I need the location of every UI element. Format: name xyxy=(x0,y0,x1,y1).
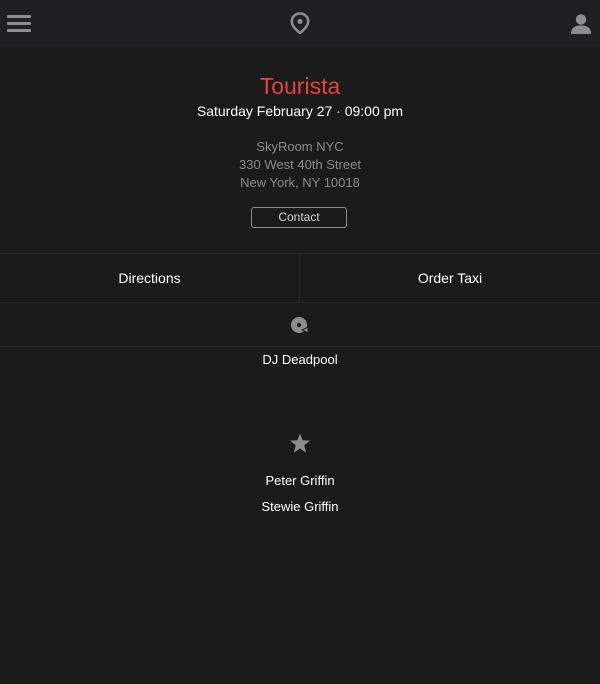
contact-button[interactable]: Contact xyxy=(251,207,347,228)
venue-name: SkyRoom NYC xyxy=(256,139,344,154)
event-title: Tourista xyxy=(259,73,341,99)
directions-button[interactable]: Directions xyxy=(0,254,300,302)
dj-name: DJ Deadpool xyxy=(262,352,338,367)
venue-address: SkyRoom NYC 330 West 40th Street New Yor… xyxy=(0,138,600,192)
vinyl-record-icon xyxy=(291,317,309,334)
actions-row: Directions Order Taxi xyxy=(0,253,600,303)
venue-city: New York, NY 10018 xyxy=(240,175,360,190)
venue-street: 330 West 40th Street xyxy=(239,157,361,172)
guest-name: Stewie Griffin xyxy=(261,499,339,514)
location-pin-logo-icon[interactable] xyxy=(290,12,310,34)
hamburger-menu-icon[interactable] xyxy=(7,15,31,32)
guest-name: Peter Griffin xyxy=(265,473,335,488)
user-profile-icon[interactable] xyxy=(570,13,592,35)
order-taxi-button[interactable]: Order Taxi xyxy=(300,254,600,302)
top-bar xyxy=(0,0,600,47)
star-icon xyxy=(290,433,310,453)
event-date: Saturday February 27 · 09:00 pm xyxy=(196,103,404,119)
